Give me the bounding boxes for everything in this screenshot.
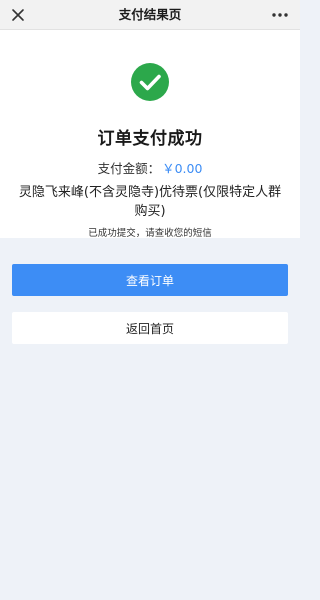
product-name: 灵隐飞来峰(不含灵隐寺)优待票(仅限特定人群购买) — [18, 185, 282, 219]
result-title: 订单支付成功 — [97, 129, 203, 149]
amount-value: ￥0.00 — [162, 161, 203, 176]
amount-label: 支付金额： — [97, 161, 161, 176]
more-dots-icon[interactable] — [268, 5, 292, 25]
page-title: 支付结果页 — [118, 7, 182, 22]
success-check-icon — [131, 63, 169, 101]
view-order-button[interactable]: 查看订单 — [12, 264, 288, 296]
close-icon[interactable] — [8, 5, 28, 25]
sms-notice: 已成功提交，请查收您的短信 — [88, 228, 212, 239]
back-home-button[interactable]: 返回首页 — [12, 312, 288, 344]
amount-row: 支付金额： ￥0.00 — [0, 158, 300, 177]
result-card: 订单支付成功 支付金额： ￥0.00 灵隐飞来峰(不含灵隐寺)优待票(仅限特定人群… — [0, 30, 300, 239]
nav-bar: 支付结果页 — [0, 0, 300, 30]
